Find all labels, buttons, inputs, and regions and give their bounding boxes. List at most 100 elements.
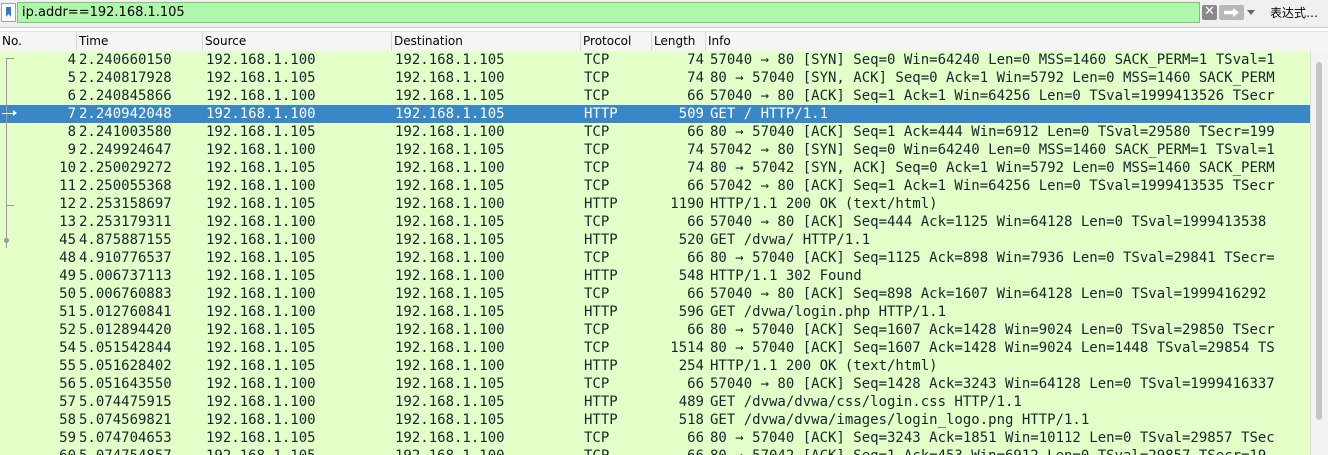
packet-source: 192.168.1.100 — [206, 142, 316, 158]
column-header-no[interactable]: No. — [0, 32, 77, 51]
packet-no: 12 — [59, 196, 76, 212]
packet-protocol: TCP — [584, 88, 610, 104]
packet-row[interactable]: 54 5.051542844 192.168.1.105 192.168.1.100 T… — [0, 339, 1328, 357]
packet-row[interactable]: 9 2.249924647 192.168.1.100 192.168.1.105 TC… — [0, 141, 1328, 159]
packet-info: HTTP/1.1 200 OK (text/html) — [710, 358, 938, 374]
packet-time: 2.241003580 — [79, 124, 172, 140]
packet-length: 1514 — [670, 340, 704, 356]
expression-button[interactable]: 表达式… — [1264, 4, 1324, 23]
packet-row[interactable]: 48 4.910776537 192.168.1.105 192.168.1.100 T… — [0, 249, 1328, 267]
packet-time: 2.240817928 — [79, 70, 172, 86]
packet-source: 192.168.1.105 — [206, 250, 316, 266]
apply-arrow-icon[interactable] — [1219, 5, 1244, 20]
packet-time: 5.006760883 — [79, 286, 172, 302]
packet-time: 2.250055368 — [79, 178, 172, 194]
packet-row[interactable]: 58 5.074569821 192.168.1.100 192.168.1.105 H… — [0, 411, 1328, 429]
packet-protocol: TCP — [584, 430, 610, 446]
related-packet-dot — [4, 238, 9, 243]
display-filter-bar: ip.addr==192.168.1.105 ✕ 表达式… — [0, 0, 1328, 28]
packet-row[interactable]: 56 5.051643550 192.168.1.100 192.168.1.105 T… — [0, 375, 1328, 393]
packet-time: 2.253158697 — [79, 196, 172, 212]
clear-filter-icon[interactable]: ✕ — [1202, 5, 1217, 20]
packet-row[interactable]: 10 2.250029272 192.168.1.105 192.168.1.100 T… — [0, 159, 1328, 177]
packet-length: 66 — [687, 430, 704, 446]
packet-protocol: HTTP — [584, 106, 618, 122]
packet-row[interactable]: 45 4.875887155 192.168.1.100 192.168.1.105 H… — [0, 231, 1328, 249]
packet-length: 66 — [687, 250, 704, 266]
bookmark-icon[interactable] — [1, 3, 16, 22]
packet-row[interactable]: 8 2.241003580 192.168.1.105 192.168.1.100 TC… — [0, 123, 1328, 141]
packet-row[interactable]: 50 5.006760883 192.168.1.100 192.168.1.105 T… — [0, 285, 1328, 303]
packet-list[interactable]: 4 2.240660150 192.168.1.100 192.168.1.105 TC… — [0, 51, 1328, 455]
packet-row[interactable]: 52 5.012894420 192.168.1.105 192.168.1.100 T… — [0, 321, 1328, 339]
packet-no: 58 — [59, 412, 76, 428]
scrollbar-thumb[interactable] — [1316, 62, 1322, 420]
packet-no: 51 — [59, 304, 76, 320]
packet-time: 5.074754857 — [79, 447, 203, 455]
packet-no: 6 — [67, 88, 76, 104]
conversation-gutter-start — [6, 58, 14, 59]
packet-source: 192.168.1.105 — [206, 124, 316, 140]
packet-no: 59 — [59, 430, 76, 446]
packet-info: 80 → 57040 [ACK] Seq=1607 Ack=1428 Win=9… — [710, 340, 1275, 356]
packet-destination: 192.168.1.105 — [395, 232, 505, 248]
column-header-length[interactable]: Length — [652, 32, 706, 51]
packet-row[interactable]: 12 2.253158697 192.168.1.105 192.168.1.100 H… — [0, 195, 1328, 213]
packet-info: 57040 → 80 [ACK] Seq=444 Ack=1125 Win=64… — [710, 214, 1267, 230]
dropdown-icon[interactable] — [1246, 5, 1256, 20]
packet-info: 57040 → 80 [ACK] Seq=898 Ack=1607 Win=64… — [710, 286, 1267, 302]
packet-row[interactable]: 51 5.012760841 192.168.1.100 192.168.1.105 H… — [0, 303, 1328, 321]
packet-destination: 192.168.1.100 — [395, 430, 505, 446]
packet-length: 518 — [678, 412, 704, 428]
packet-source: 192.168.1.105 — [206, 447, 392, 455]
column-header-destination[interactable]: Destination — [392, 32, 581, 51]
packet-no: 7 — [67, 106, 76, 122]
packet-row[interactable]: 13 2.253179311 192.168.1.100 192.168.1.105 T… — [0, 213, 1328, 231]
packet-info: GET /dvwa/login.php HTTP/1.1 — [710, 304, 947, 320]
packet-destination: 192.168.1.105 — [395, 142, 505, 158]
packet-time: 4.910776537 — [79, 250, 172, 266]
packet-protocol: TCP — [584, 70, 610, 86]
display-filter-input[interactable]: ip.addr==192.168.1.105 — [17, 2, 1200, 23]
packet-length: 66 — [687, 322, 704, 338]
packet-destination: 192.168.1.100 — [395, 70, 505, 86]
packet-no: 48 — [59, 250, 76, 266]
packet-no: 4 — [67, 52, 76, 68]
packet-row[interactable]: 57 5.074475915 192.168.1.100 192.168.1.105 H… — [0, 393, 1328, 411]
packet-protocol: TCP — [584, 447, 652, 455]
packet-destination: 192.168.1.100 — [395, 250, 505, 266]
packet-source: 192.168.1.100 — [206, 394, 316, 410]
packet-length: 66 — [654, 447, 704, 455]
packet-row[interactable]: 49 5.006737113 192.168.1.105 192.168.1.100 H… — [0, 267, 1328, 285]
packet-length: 66 — [687, 286, 704, 302]
packet-row[interactable]: 55 5.051628402 192.168.1.105 192.168.1.100 H… — [0, 357, 1328, 375]
packet-source: 192.168.1.100 — [206, 412, 316, 428]
packet-no: 60 — [17, 447, 76, 455]
packet-time: 5.006737113 — [79, 268, 172, 284]
packet-no: 8 — [67, 124, 76, 140]
packet-row[interactable]: 605.074754857192.168.1.105192.168.1.100T… — [0, 447, 1328, 455]
packet-length: 254 — [678, 358, 704, 374]
packet-time: 5.074704653 — [79, 430, 172, 446]
packet-row[interactable]: 5 2.240817928 192.168.1.105 192.168.1.100 TC… — [0, 69, 1328, 87]
packet-row[interactable]: 7 2.240942048 192.168.1.100 192.168.1.105 HT… — [0, 105, 1328, 123]
packet-row[interactable]: 4 2.240660150 192.168.1.100 192.168.1.105 TC… — [0, 51, 1328, 69]
column-header-time[interactable]: Time — [77, 32, 203, 51]
packet-info: 57040 → 80 [ACK] Seq=1 Ack=1 Win=64256 L… — [710, 88, 1275, 104]
column-header-protocol[interactable]: Protocol — [581, 32, 652, 51]
packet-row[interactable]: 59 5.074704653 192.168.1.105 192.168.1.100 T… — [0, 429, 1328, 447]
packet-length: 66 — [687, 88, 704, 104]
packet-time: 2.250029272 — [79, 160, 172, 176]
column-header-info[interactable]: Info — [706, 32, 1328, 51]
packet-protocol: HTTP — [584, 358, 618, 374]
packet-protocol: TCP — [584, 178, 610, 194]
packet-row[interactable]: 6 2.240845866 192.168.1.100 192.168.1.105 TC… — [0, 87, 1328, 105]
packet-time: 2.253179311 — [79, 214, 172, 230]
packet-info: GET /dvwa/ HTTP/1.1 — [710, 232, 871, 248]
column-header-source[interactable]: Source — [203, 32, 392, 51]
packet-row[interactable]: 11 2.250055368 192.168.1.100 192.168.1.105 T… — [0, 177, 1328, 195]
packet-source: 192.168.1.100 — [206, 88, 316, 104]
packet-source: 192.168.1.105 — [206, 340, 316, 356]
packet-destination: 192.168.1.105 — [395, 412, 505, 428]
packet-info: HTTP/1.1 302 Found — [710, 268, 862, 284]
